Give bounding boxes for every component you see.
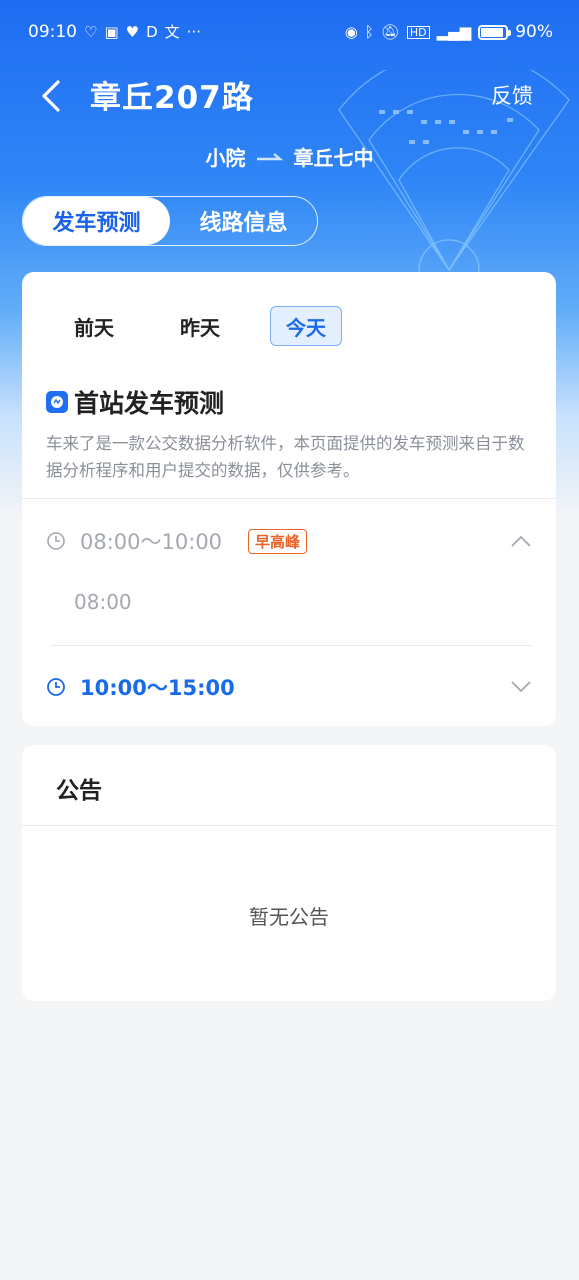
period-row-morning[interactable]: 08:00～10:00 早高峰 <box>46 526 308 556</box>
notice-card: 公告 暂无公告 <box>22 745 556 1001</box>
notice-empty-text: 暂无公告 <box>249 905 329 929</box>
chevron-up-icon[interactable] <box>510 534 532 548</box>
day-selector: 前天 昨天 今天 <box>58 306 376 346</box>
divider <box>22 498 556 499</box>
forecast-card: 前天 昨天 今天 首站发车预测 车来了是一款公交数据分析软件，本页面提供的发车预… <box>22 272 556 726</box>
notice-title: 公告 <box>56 778 102 804</box>
status-bar: 09:10 ♡ ▣ ♥ D 文 ··· ◉ ᛒ 🔕︎ HD ▂▄▆ 90% <box>0 0 579 64</box>
heart-icon: ♥ <box>125 22 140 41</box>
peak-badge: 早高峰 <box>248 528 308 554</box>
page-title: 章丘207路 <box>90 80 254 116</box>
forecast-icon <box>46 391 68 413</box>
health-icon: ♡ <box>84 22 98 41</box>
battery-icon <box>478 24 512 40</box>
signal-5g-icon: ▂▄▆ <box>436 22 472 41</box>
chevron-down-icon[interactable] <box>510 680 532 694</box>
day-today[interactable]: 今天 <box>270 306 342 346</box>
tab-departure-forecast[interactable]: 发车预测 <box>23 197 170 245</box>
forecast-title: 首站发车预测 <box>74 389 225 418</box>
clock-icon <box>47 678 65 696</box>
route-direction: 小院 章丘七中 <box>0 142 579 171</box>
day-before-yesterday[interactable]: 前天 <box>58 306 130 346</box>
back-arrow-icon[interactable] <box>34 76 74 116</box>
period-range: 08:00～10:00 <box>80 530 223 554</box>
hd-icon: HD <box>406 25 430 39</box>
departure-time: 08:00 <box>74 590 132 614</box>
divider <box>50 645 532 646</box>
mute-icon: 🔕︎ <box>380 22 400 41</box>
period-range: 10:00～15:00 <box>80 676 235 700</box>
forecast-heading: 首站发车预测 <box>46 384 224 420</box>
route-arrow-icon <box>256 152 283 160</box>
more-icon: ··· <box>186 22 201 41</box>
status-time: 09:10 <box>28 22 77 42</box>
day-yesterday[interactable]: 昨天 <box>164 306 236 346</box>
bluetooth-icon: ᛒ <box>364 22 374 41</box>
translate-icon: 文 <box>164 22 180 41</box>
period-row-midday[interactable]: 10:00～15:00 <box>46 672 235 702</box>
tab-route-info[interactable]: 线路信息 <box>170 197 317 245</box>
feedback-button[interactable]: 反馈 <box>491 80 533 110</box>
clock-icon <box>47 532 65 550</box>
tech-decoration <box>338 70 570 290</box>
divider <box>22 825 556 826</box>
eye-icon: ◉ <box>344 22 358 41</box>
battery-level: 90% <box>515 22 553 42</box>
forecast-description: 车来了是一款公交数据分析软件，本页面提供的发车预测来自于数据分析程序和用户提交的… <box>46 434 525 480</box>
segmented-tabs: 发车预测 线路信息 <box>22 196 318 246</box>
route-from: 小院 <box>205 146 246 170</box>
app-icon: ▣ <box>104 22 119 41</box>
route-to: 章丘七中 <box>293 146 374 170</box>
d-icon: D <box>146 22 158 41</box>
